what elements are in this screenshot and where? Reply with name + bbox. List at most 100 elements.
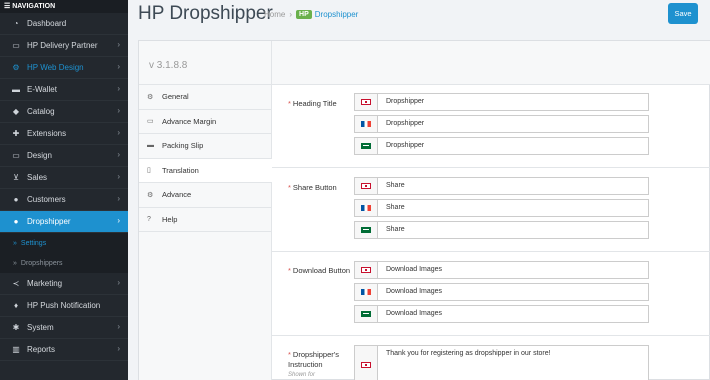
chevron-right-icon: › — [117, 194, 120, 203]
download-button-en-field[interactable]: Download Images — [354, 261, 649, 279]
heading-title-ar-field[interactable]: Dropshipper — [354, 137, 649, 155]
sidebar-item-label: Dropshipper — [27, 217, 71, 226]
breadcrumb-home[interactable]: Home — [264, 10, 285, 19]
label-text: Dropshipper's Instruction — [288, 350, 339, 369]
sidebar-item-design[interactable]: ▭ Design › — [0, 145, 128, 167]
download-button-label: * Download Button — [288, 266, 358, 276]
sidebar-item-label: Customers — [27, 195, 66, 204]
sidebar-navigation: ☰ NAVIGATION ◔ Dashboard ▭ HP Delivery P… — [0, 0, 128, 380]
heading-title-label: * Heading Title — [288, 99, 358, 109]
flag-ar — [355, 222, 378, 238]
chevron-right-icon: › — [117, 344, 120, 353]
flag-fr — [355, 284, 378, 300]
share-button-fr-field[interactable]: Share — [354, 199, 649, 217]
sidebar-item-extensions[interactable]: ✚ Extensions › — [0, 123, 128, 145]
hp-badge: HP — [296, 10, 312, 19]
sidebar-item-reports[interactable]: ▥ Reports › — [0, 339, 128, 361]
tab-translation[interactable]: ▯ Translation — [139, 158, 272, 183]
field-value: Dropshipper — [386, 142, 425, 149]
truck-icon: ▭ — [12, 41, 20, 50]
france-flag-icon — [361, 205, 371, 211]
sidebar-item-sales[interactable]: ⊻ Sales › — [0, 167, 128, 189]
card-icon: ▭ — [147, 118, 154, 126]
sidebar-item-dashboard[interactable]: ◔ Dashboard — [0, 13, 128, 35]
card-icon: ▬ — [12, 85, 20, 94]
heading-title-en-field[interactable]: Dropshipper — [354, 93, 649, 111]
label-text: Share Button — [292, 183, 337, 192]
version-label: v 3.1.8.8 — [149, 60, 188, 71]
uk-flag-icon — [361, 183, 371, 189]
sidebar-item-e-wallet[interactable]: ▬ E-Wallet › — [0, 79, 128, 101]
tab-packing-slip[interactable]: ▬ Packing Slip — [139, 134, 271, 159]
sidebar-item-label: E-Wallet — [27, 85, 57, 94]
uk-flag-icon — [361, 362, 371, 368]
sidebar-subitem-dropshippers[interactable]: » Dropshippers — [0, 253, 128, 273]
saudi-flag-icon — [361, 227, 371, 233]
sidebar-item-label: Catalog — [27, 107, 55, 116]
tag-icon: ◆ — [12, 107, 20, 116]
sidebar-item-marketing[interactable]: ≺ Marketing › — [0, 273, 128, 295]
download-button-fr-field[interactable]: Download Images — [354, 283, 649, 301]
user-icon: ● — [13, 195, 19, 204]
sidebar-item-label: Reports — [27, 345, 56, 354]
share-button-label: * Share Button — [288, 183, 358, 193]
saudi-flag-icon — [361, 143, 371, 149]
field-value: Download Images — [386, 310, 443, 317]
divider — [271, 41, 272, 85]
sidebar-item-label: Marketing — [27, 279, 63, 288]
breadcrumb-separator: › — [289, 10, 293, 19]
instruction-en-textarea[interactable]: Thank you for registering as dropshipper… — [354, 345, 649, 380]
download-button-ar-field[interactable]: Download Images — [354, 305, 649, 323]
field-value: Dropshipper — [386, 120, 425, 127]
double-chevron-icon: » — [13, 239, 17, 247]
tab-general[interactable]: ⚙ General — [139, 85, 271, 110]
tab-label: Advance Margin — [162, 116, 217, 126]
breadcrumb-dropshipper[interactable]: Dropshipper — [315, 10, 359, 19]
uk-flag-icon — [361, 99, 371, 105]
heading-title-group: * Heading Title Dropshipper Dropshipper D… — [272, 85, 710, 168]
instruction-label: * Dropshipper's Instruction Shown for — [288, 350, 358, 380]
tab-advance-margin[interactable]: ▭ Advance Margin — [139, 110, 271, 134]
sidebar-subitem-settings[interactable]: » Settings — [0, 233, 128, 253]
cogs-icon: ⚙ — [147, 191, 154, 199]
france-flag-icon — [361, 121, 371, 127]
chevron-right-icon: › — [117, 278, 120, 287]
save-button[interactable]: Save — [668, 3, 698, 24]
sidebar-item-hp-delivery-partner[interactable]: ▭ HP Delivery Partner › — [0, 35, 128, 57]
share-icon: ≺ — [12, 279, 20, 288]
tab-help[interactable]: ? Help — [139, 208, 271, 232]
tab-advance[interactable]: ⚙ Advance — [139, 183, 271, 208]
translate-icon: ▯ — [147, 167, 151, 175]
sidebar-item-label: Sales — [27, 173, 48, 182]
sidebar-item-dropshipper[interactable]: ● Dropshipper › — [0, 211, 128, 233]
sidebar-item-hp-push-notification[interactable]: ♦ HP Push Notification — [0, 295, 128, 317]
required-mark: * — [288, 99, 291, 108]
uk-flag-icon — [361, 267, 371, 273]
flag-fr — [355, 116, 378, 132]
flag-ar — [355, 306, 378, 322]
settings-tabs: ⚙ General ▭ Advance Margin ▬ Packing Sli… — [139, 85, 272, 380]
double-chevron-icon: » — [13, 259, 17, 267]
tab-label: Advance — [162, 190, 192, 200]
truck-icon: ▬ — [147, 142, 154, 150]
sidebar-item-system[interactable]: ✱ System › — [0, 317, 128, 339]
sidebar-item-customers[interactable]: ● Customers › — [0, 189, 128, 211]
share-button-en-field[interactable]: Share — [354, 177, 649, 195]
share-button-ar-field[interactable]: Share — [354, 221, 649, 239]
tab-label: Translation — [162, 165, 199, 175]
chevron-right-icon: › — [117, 62, 120, 71]
required-mark: * — [288, 266, 291, 275]
page-title: HP Dropshipper — [138, 3, 273, 24]
flag-ar — [355, 138, 378, 154]
sidebar-item-catalog[interactable]: ◆ Catalog › — [0, 101, 128, 123]
gear-icon: ✱ — [12, 323, 20, 332]
sidebar-item-label: Extensions — [27, 129, 67, 138]
heading-title-fr-field[interactable]: Dropshipper — [354, 115, 649, 133]
sidebar-item-label: HP Web Design — [27, 63, 84, 72]
sidebar-item-hp-web-design[interactable]: ⚙ HP Web Design › — [0, 57, 128, 79]
label-text: Heading Title — [292, 99, 337, 108]
sidebar-item-label: Design — [27, 151, 52, 160]
sidebar-subitem-label: Dropshippers — [20, 259, 63, 267]
flag-en — [355, 346, 378, 380]
bell-icon: ♦ — [13, 301, 19, 310]
